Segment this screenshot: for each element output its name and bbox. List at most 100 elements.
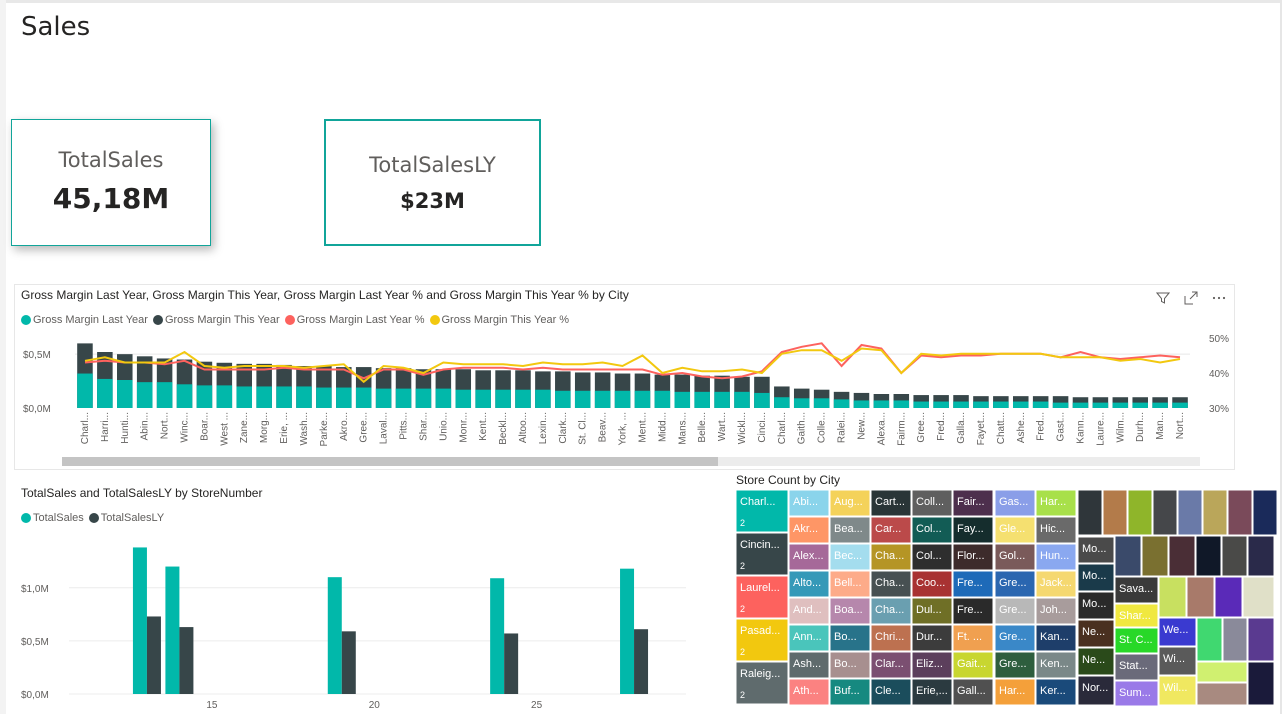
treemap-cell-small[interactable] [1114,535,1142,577]
treemap-cell[interactable]: Joh... [1035,597,1077,625]
treemap-cell[interactable]: Bea... [829,516,871,544]
bar-last-year[interactable] [1092,402,1109,408]
bar-last-year[interactable] [614,390,631,408]
bar-last-year[interactable] [1172,402,1188,408]
bar-last-year[interactable] [316,387,332,408]
bar-last-year[interactable] [455,389,472,408]
treemap-cell-small[interactable] [1252,489,1278,536]
treemap-cell[interactable]: Shar... [1114,603,1159,628]
bar-last-year[interactable] [515,389,531,408]
bar-last-year[interactable] [1132,402,1148,408]
treemap-cell[interactable]: Mo... [1077,563,1115,592]
treemap-cell[interactable]: Chri... [870,624,912,652]
bar-last-year[interactable] [913,401,929,408]
bar-last-year[interactable] [594,390,611,408]
treemap-cell[interactable]: Kan... [1035,624,1077,652]
treemap-cell[interactable]: Dul... [911,597,953,625]
bar-last-year[interactable] [694,391,710,408]
treemap-cell[interactable]: Ash... [788,651,830,679]
treemap-cell[interactable]: Pasad... 2 [735,618,789,662]
bar-last-year[interactable] [973,401,989,408]
bar-total-sales[interactable] [490,578,505,694]
treemap-cell-small[interactable] [1177,489,1203,536]
treemap-cell[interactable]: Coll... [911,489,953,517]
bar-last-year[interactable] [435,388,452,408]
bar-last-year[interactable] [953,401,969,408]
treemap-cell-small[interactable] [1195,535,1222,577]
treemap-cell[interactable]: We... [1158,617,1197,647]
bar-total-sales-ly[interactable] [504,633,519,694]
treemap-cell[interactable]: Ker... [1035,678,1077,706]
treemap-cell-small[interactable] [1077,489,1103,536]
total-sales-ly-card[interactable]: TotalSalesLY $23M [324,119,541,246]
treemap-cell-small[interactable] [1247,661,1275,706]
treemap-cell[interactable]: Gle... [994,516,1036,544]
treemap-cell[interactable]: Gol... [994,543,1036,571]
treemap-cell[interactable]: Cha... [870,597,912,625]
bar-last-year[interactable] [853,400,870,408]
treemap-cell[interactable]: Boa... [829,597,871,625]
treemap-cell[interactable]: Hic... [1035,516,1077,544]
treemap-cell[interactable]: Abi... [788,489,830,517]
treemap-cell-small[interactable] [1227,489,1253,536]
bar-last-year[interactable] [1112,402,1129,408]
bar-last-year[interactable] [893,400,910,408]
treemap-cell-small[interactable] [1168,535,1196,577]
treemap-cell[interactable]: Stat... [1114,653,1159,681]
bar-last-year[interactable] [833,399,850,408]
store-count-visual[interactable]: Store Count by City Charl... 2 Cincin... 2 L… [731,470,1282,714]
treemap-cell[interactable]: Fre... [952,570,994,598]
treemap-cell[interactable]: Buf... [829,678,871,706]
bar-last-year[interactable] [574,390,591,408]
treemap-cell[interactable]: Mo... [1077,536,1115,564]
bar-last-year[interactable] [375,388,392,408]
treemap-cell[interactable]: Har... [1035,489,1077,517]
treemap-cell[interactable]: Clar... [870,651,912,679]
bar-last-year[interactable] [674,391,691,408]
bar-total-sales[interactable] [165,566,180,694]
bar-last-year[interactable] [754,392,770,408]
bar-total-sales[interactable] [620,568,635,694]
bar-last-year[interactable] [774,397,790,408]
bar-last-year[interactable] [993,401,1009,408]
treemap-cell-small[interactable] [1196,682,1248,706]
bar-last-year[interactable] [236,386,253,408]
bar-last-year[interactable] [734,391,750,408]
treemap-cell[interactable]: Wi... [1158,646,1197,676]
bar-last-year[interactable] [1072,402,1089,408]
bar-last-year[interactable] [555,390,571,408]
treemap-cell[interactable]: And... [788,597,830,625]
treemap-cell[interactable]: Jack... [1035,570,1077,598]
treemap-cell[interactable]: Gre... [994,651,1036,679]
treemap-cell-small[interactable] [1196,661,1248,683]
treemap-cell[interactable]: Ann... [788,624,830,652]
bar-last-year[interactable] [276,386,292,408]
treemap-cell[interactable]: Bo... [829,651,871,679]
bar-last-year[interactable] [873,400,890,408]
gross-margin-visual[interactable]: Gross Margin Last Year, Gross Margin Thi… [14,284,1235,470]
bar-last-year[interactable] [495,389,511,408]
bar-total-sales[interactable] [327,577,342,694]
bar-last-year[interactable] [1032,401,1049,408]
treemap-cell-small[interactable] [1186,576,1215,618]
treemap-cell[interactable]: Wil... [1158,675,1197,706]
treemap-cell-small[interactable] [1222,617,1248,662]
treemap-cell[interactable]: Laurel... 2 [735,575,789,619]
bar-last-year[interactable] [296,386,312,408]
treemap-cell[interactable]: Dur... [911,624,953,652]
treemap-cell[interactable]: Erie,... [911,678,953,706]
treemap-cell[interactable]: Cha... [870,543,912,571]
treemap-cell[interactable]: Ne... [1077,647,1115,676]
treemap-cell[interactable]: Flor... [952,543,994,571]
treemap-cell[interactable]: Gall... [952,678,994,706]
treemap-cell-small[interactable] [1127,489,1153,536]
bar-last-year[interactable] [1012,401,1029,408]
treemap-cell-small[interactable] [1221,535,1248,577]
treemap-cell[interactable]: Sava... [1114,576,1159,604]
treemap-cell[interactable]: Bo... [829,624,871,652]
treemap-cell[interactable]: Cha... [870,570,912,598]
sales-by-store-visual[interactable]: TotalSales and TotalSalesLY by StoreNumb… [14,480,714,714]
bar-total-sales-ly[interactable] [179,627,194,694]
bar-last-year[interactable] [933,401,949,408]
bar-last-year[interactable] [216,385,233,408]
